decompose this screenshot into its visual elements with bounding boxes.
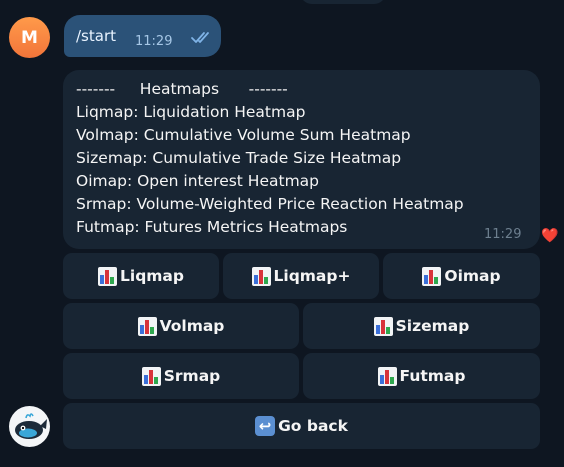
incoming-message[interactable]: ------- Heatmaps ------- Liqmap: Liquida…	[63, 70, 540, 249]
liqmap-button-label: Liqmap	[120, 267, 184, 285]
liqmap-plus-button[interactable]: Liqmap+	[223, 253, 379, 299]
bar-chart-icon	[251, 266, 271, 286]
user-avatar-letter: M	[21, 27, 38, 48]
volmap-button[interactable]: Volmap	[63, 303, 299, 349]
message-line-sizemap: Sizemap: Cumulative Trade Size Heatmap	[76, 149, 402, 167]
message-line-oimap: Oimap: Open interest Heatmap	[76, 172, 320, 190]
go-back-button-label: Go back	[278, 417, 348, 435]
srmap-button[interactable]: Srmap	[63, 353, 299, 399]
srmap-button-label: Srmap	[163, 367, 221, 385]
volmap-button-label: Volmap	[159, 317, 225, 335]
futmap-button-label: Futmap	[399, 367, 466, 385]
bar-chart-icon	[373, 316, 393, 336]
message-line-liqmap: Liqmap: Liquidation Heatmap	[76, 103, 306, 121]
previous-message-edge	[300, 0, 386, 4]
outgoing-message[interactable]: /start 11:29	[64, 15, 221, 57]
double-check-icon	[191, 32, 209, 43]
futmap-button[interactable]: Futmap	[303, 353, 540, 399]
message-line-volmap: Volmap: Cumulative Volume Sum Heatmap	[76, 126, 411, 144]
message-line-srmap: Srmap: Volume-Weighted Price Reaction He…	[76, 195, 464, 213]
bot-avatar[interactable]	[9, 406, 50, 447]
sizemap-button-label: Sizemap	[395, 317, 470, 335]
incoming-message-time: 11:29	[484, 227, 522, 242]
sizemap-button[interactable]: Sizemap	[303, 303, 540, 349]
return-arrow-icon: ↩	[255, 416, 276, 436]
bar-chart-icon	[98, 266, 117, 286]
go-back-button[interactable]: ↩ Go back	[63, 403, 540, 449]
liqmap-plus-button-label: Liqmap+	[273, 267, 351, 285]
outgoing-message-text: /start	[76, 27, 116, 45]
liqmap-button[interactable]: Liqmap	[63, 253, 219, 299]
heart-reaction-icon[interactable]: ❤️	[541, 228, 558, 244]
whale-icon	[15, 413, 47, 439]
message-line-header: ------- Heatmaps -------	[76, 80, 288, 98]
bar-chart-icon	[141, 366, 161, 386]
message-line-futmap: Futmap: Futures Metrics Heatmaps	[76, 218, 348, 236]
outgoing-message-time: 11:29	[135, 34, 173, 49]
oimap-button-label: Oimap	[444, 267, 501, 285]
user-avatar[interactable]: M	[9, 17, 50, 58]
bar-chart-icon	[422, 266, 442, 286]
bar-chart-icon	[137, 316, 157, 336]
oimap-button[interactable]: Oimap	[383, 253, 540, 299]
bar-chart-icon	[377, 366, 397, 386]
